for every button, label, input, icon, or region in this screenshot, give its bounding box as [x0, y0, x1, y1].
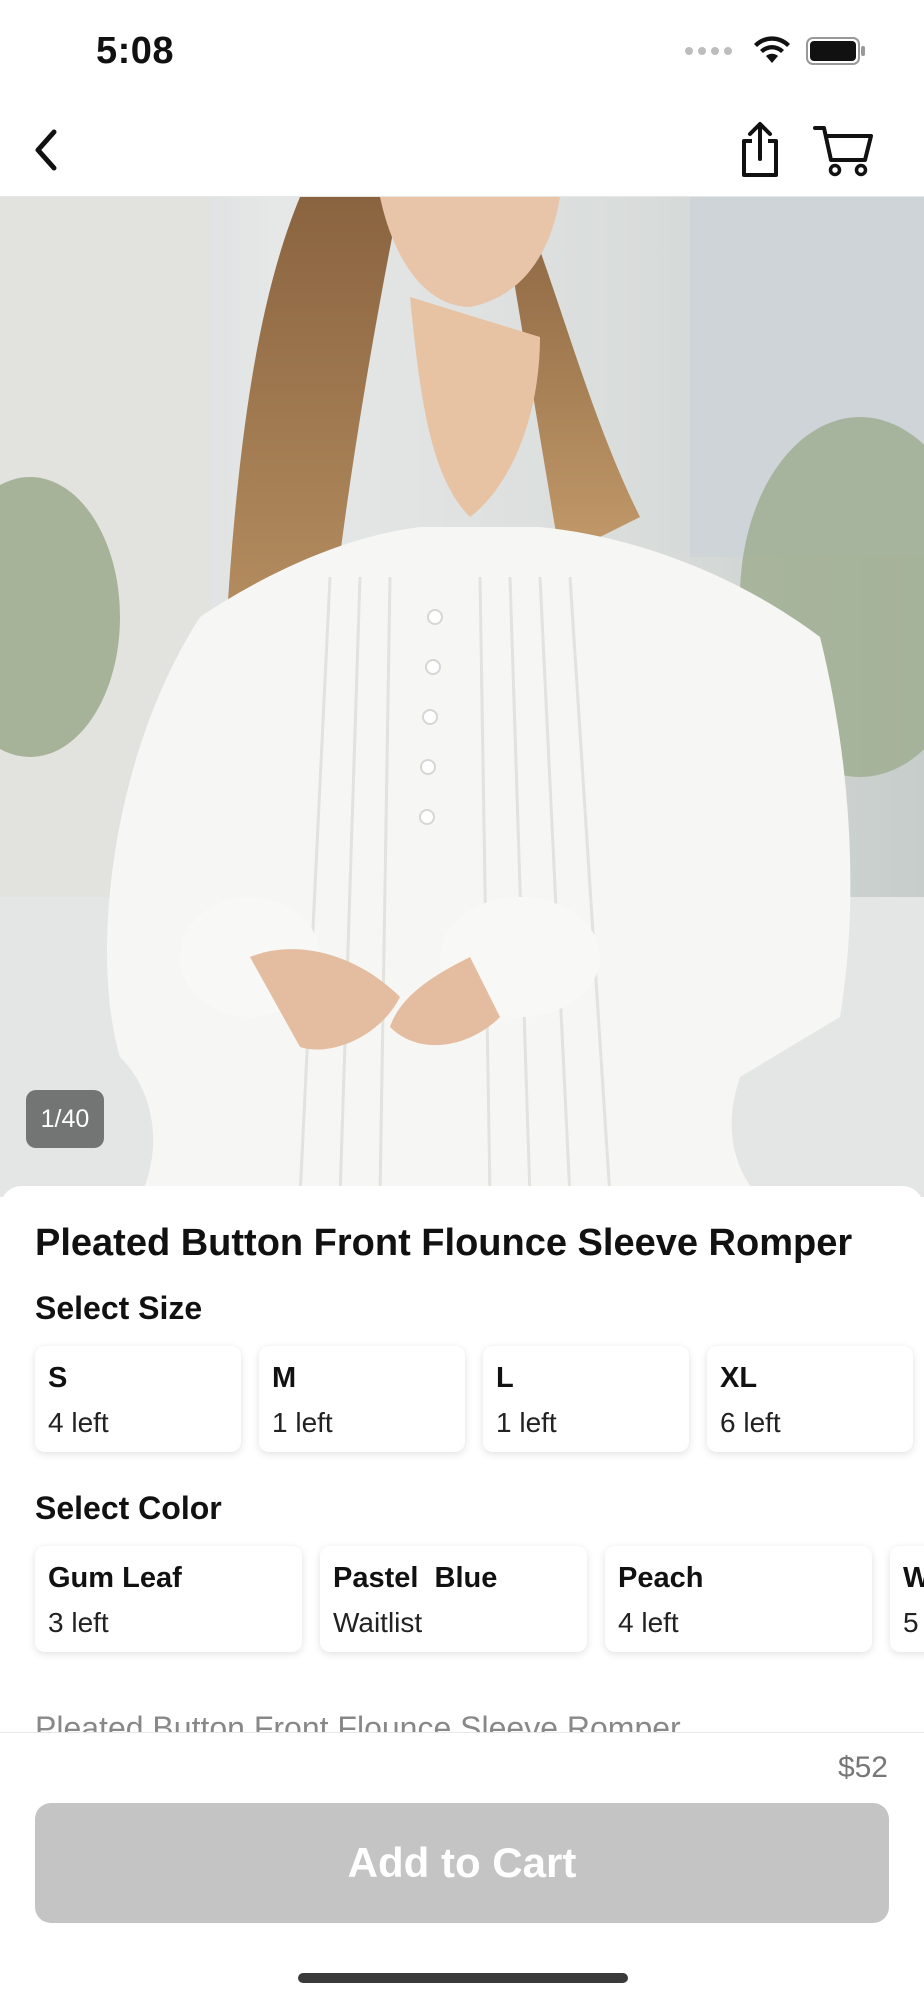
select-color-title: Select Color — [35, 1490, 222, 1526]
home-indicator[interactable] — [298, 1973, 628, 1983]
size-option-s[interactable]: S 4 left — [35, 1346, 241, 1452]
color-stock: Waitlist — [333, 1607, 423, 1638]
nav-bar — [0, 100, 924, 197]
size-name: S — [48, 1362, 68, 1394]
purchase-bar: $52 Add to Cart — [0, 1732, 924, 2000]
color-option-gum-leaf[interactable]: Gum Leaf 3 left — [35, 1546, 302, 1652]
signal-dots-icon — [685, 47, 732, 55]
cart-button[interactable] — [812, 118, 876, 182]
size-stock: 1 left — [496, 1407, 557, 1438]
color-stock: 3 left — [48, 1607, 109, 1638]
photo-counter: 1/40 — [26, 1090, 104, 1148]
size-option-xl[interactable]: XL 6 left — [707, 1346, 913, 1452]
color-name: Gum Leaf — [48, 1562, 182, 1594]
share-icon — [742, 122, 778, 177]
price-label: $52 — [837, 1751, 888, 1784]
wifi-icon — [754, 36, 790, 63]
color-option-partial[interactable]: W 5 — [890, 1546, 924, 1652]
size-name: L — [496, 1362, 514, 1394]
size-stock: 1 left — [272, 1407, 333, 1438]
chevron-left-icon — [35, 129, 57, 171]
color-name: W — [903, 1562, 924, 1594]
status-bar: 5:08 — [0, 0, 924, 100]
product-detail-sheet: Pleated Button Front Flounce Sleeve Romp… — [0, 1186, 924, 1786]
color-name: Peach — [618, 1562, 704, 1594]
select-size-title: Select Size — [35, 1290, 203, 1326]
color-stock: 5 — [903, 1607, 919, 1638]
color-option-peach[interactable]: Peach 4 left — [605, 1546, 872, 1652]
color-name: Pastel Blue — [333, 1562, 498, 1594]
product-image[interactable] — [0, 197, 924, 1197]
battery-icon — [806, 37, 865, 65]
size-stock: 6 left — [720, 1407, 781, 1438]
back-button[interactable] — [14, 118, 78, 182]
size-option-m[interactable]: M 1 left — [259, 1346, 465, 1452]
size-name: M — [272, 1362, 297, 1394]
color-options[interactable]: Gum Leaf 3 left Pastel Blue Waitlist Pea… — [35, 1546, 924, 1652]
size-stock: 4 left — [48, 1407, 109, 1438]
size-name: XL — [720, 1362, 758, 1394]
add-to-cart-button[interactable]: Add to Cart — [35, 1803, 889, 1923]
product-title: Pleated Button Front Flounce Sleeve Romp… — [35, 1222, 853, 1264]
status-time: 5:08 — [96, 30, 175, 72]
shopping-cart-icon — [813, 126, 873, 177]
size-options: S 4 left M 1 left L 1 left XL 6 left — [35, 1346, 913, 1452]
color-stock: 4 left — [618, 1607, 679, 1638]
share-button[interactable] — [728, 118, 792, 182]
status-icons — [685, 36, 866, 66]
color-option-pastel-blue[interactable]: Pastel Blue Waitlist — [320, 1546, 587, 1652]
size-option-l[interactable]: L 1 left — [483, 1346, 689, 1452]
